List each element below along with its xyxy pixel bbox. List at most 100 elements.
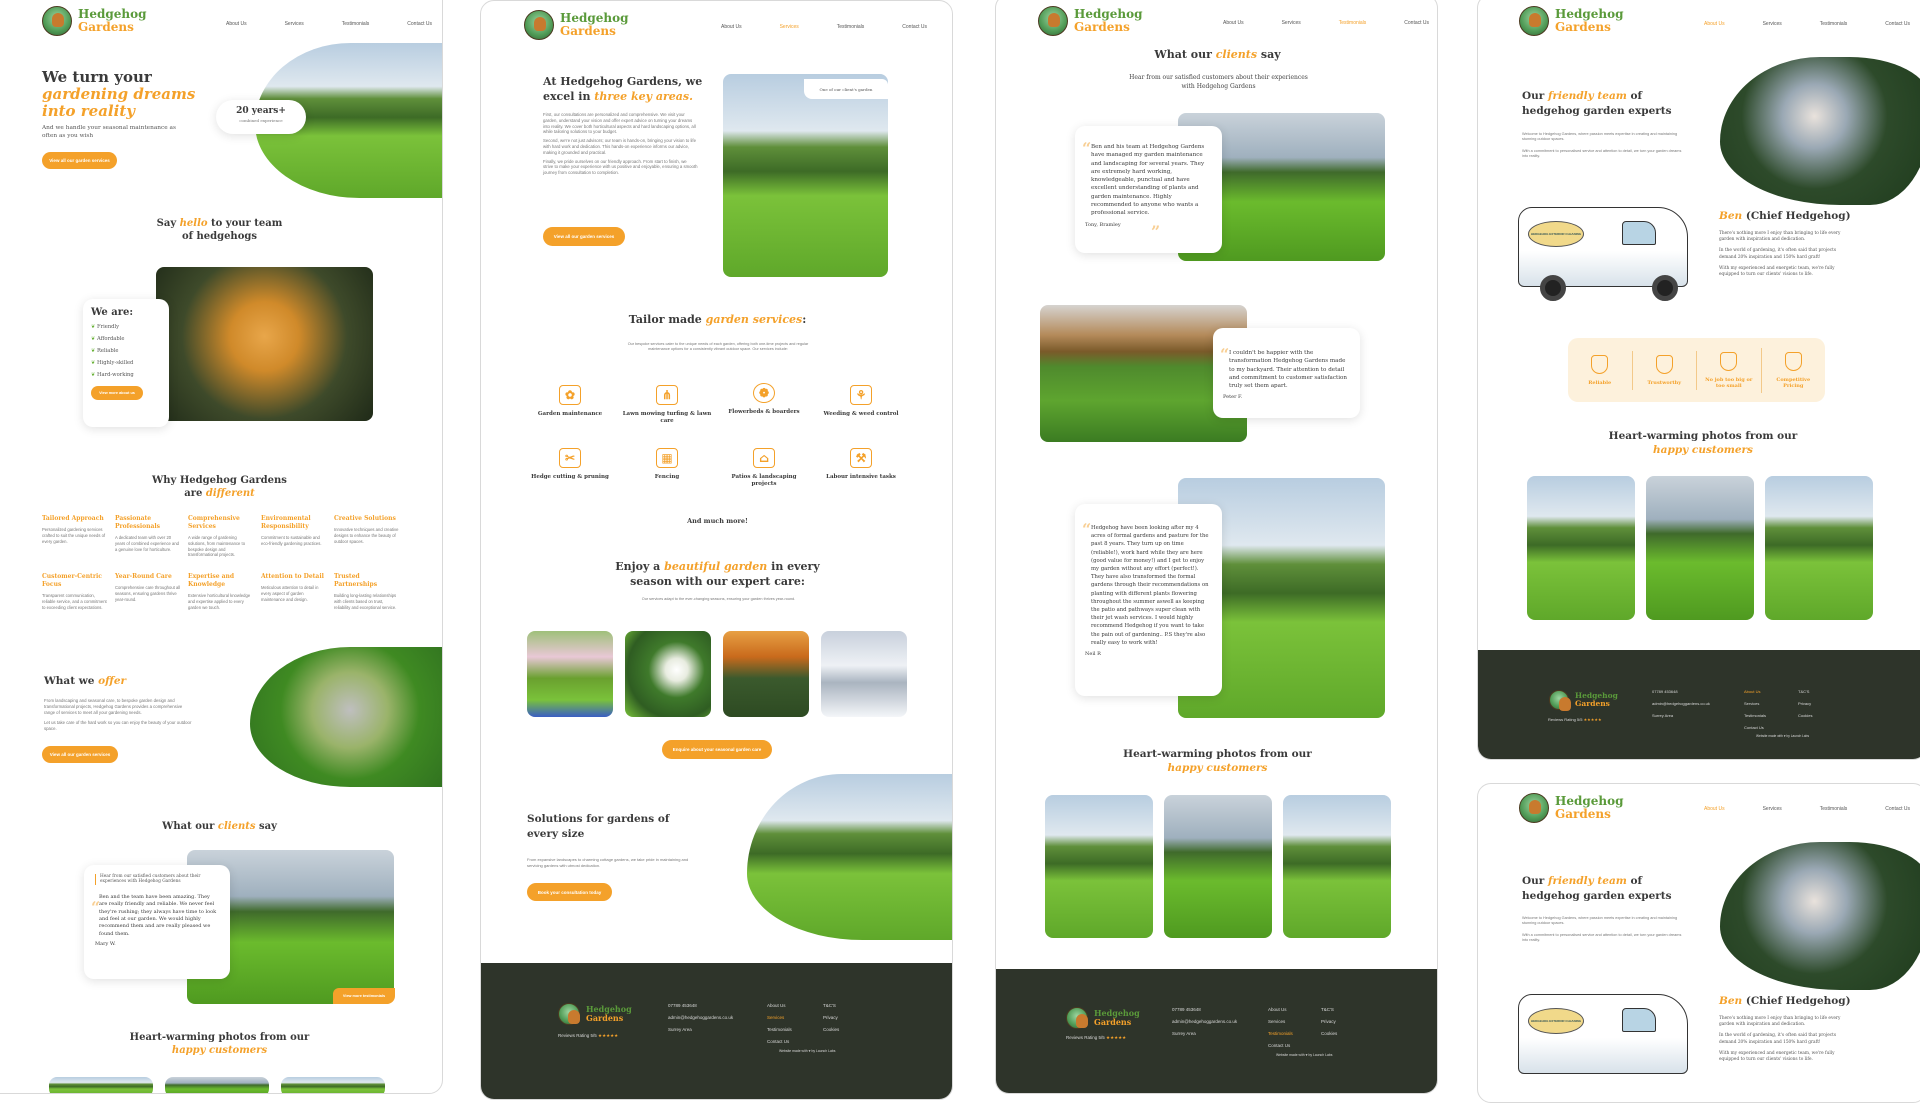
footer-email[interactable]: admin@hedgehoggardens.co.uk (1652, 701, 1710, 706)
footer: Hedgehog Gardens Reviews Rating 5/5 ★★★★★… (481, 963, 952, 1099)
footer-link-terms[interactable]: T&C'S (823, 1003, 839, 1008)
view-more-about-us-button[interactable]: View more about us (91, 386, 143, 400)
offer-title: What we offer (44, 675, 127, 687)
solutions-title: Solutions for gardens of every size (527, 813, 670, 840)
footer-email[interactable]: admin@hedgehoggardens.co.uk (1172, 1019, 1237, 1024)
nav-testimonials[interactable]: Testimonials (342, 21, 370, 27)
customer-photo (1283, 795, 1391, 938)
footer-phone[interactable]: 07789 453648 (668, 1003, 733, 1008)
logo[interactable]: Hedgehog Gardens (1519, 6, 1624, 36)
service-item[interactable]: ▦ Fencing (622, 448, 712, 481)
van-illustration: HEDGEHOG EXTERIOR CLEANING (1518, 207, 1698, 307)
footer-logo[interactable]: Hedgehog Gardens (1066, 1007, 1140, 1029)
footer-link-about[interactable]: About Us (767, 1003, 792, 1008)
footer-credit[interactable]: Website made with ♥ by Launch Labs (779, 1049, 835, 1053)
nav-about[interactable]: About Us (1223, 20, 1244, 26)
footer-link-privacy[interactable]: Privacy (1321, 1019, 1337, 1024)
footer-link-services[interactable]: Services (767, 1015, 792, 1020)
nav-about[interactable]: About Us (226, 21, 247, 27)
nav-about[interactable]: About Us (721, 24, 742, 30)
view-services-button[interactable]: View all our garden services (42, 152, 117, 169)
footer-link-contact[interactable]: Contact Us (1744, 725, 1766, 730)
customer-photo (281, 1077, 385, 1093)
logo[interactable]: Hedgehog Gardens (1519, 793, 1624, 823)
nav-services[interactable]: Services (285, 21, 304, 27)
nav-about[interactable]: About Us (1704, 806, 1725, 812)
footer-link-terms[interactable]: T&C'S (1798, 689, 1812, 694)
footer-credit[interactable]: Website made with ♥ by Launch Labs (1756, 734, 1809, 738)
footer-link-cookies[interactable]: Cookies (1798, 713, 1812, 718)
footer-link-testimonials[interactable]: Testimonials (1744, 713, 1766, 718)
leaf-icon: ❦ (91, 372, 96, 378)
photos-title: Heart-warming photos from our happy cust… (129, 1032, 310, 1056)
footer-link-services[interactable]: Services (1744, 701, 1766, 706)
logo[interactable]: Hedgehog Gardens (42, 6, 147, 36)
brand-name-line2: Gardens (78, 20, 134, 34)
nav-contact[interactable]: Contact Us (1885, 806, 1910, 812)
leaf-icon: ❦ (91, 336, 96, 342)
footer-link-about[interactable]: About Us (1268, 1007, 1293, 1012)
landscape-plan-icon: ⌂ (753, 448, 775, 468)
and-much-more: And much more! (687, 517, 748, 525)
service-item[interactable]: ⚒ Labour intensive tasks (816, 448, 906, 481)
home-page-panel: Hedgehog Gardens About Us Services Testim… (0, 0, 443, 1094)
footer-link-privacy[interactable]: Privacy (823, 1015, 839, 1020)
photos-title: Heart-warming photos from our happy cust… (1123, 748, 1312, 774)
hedgehog-mascot-icon (1549, 690, 1571, 711)
service-item[interactable]: ✿ Garden maintenance (525, 385, 615, 418)
view-services-button[interactable]: View all our garden services (543, 227, 625, 246)
service-item[interactable]: ❁ Flowerbeds & boarders (719, 383, 809, 416)
nav-services[interactable]: Services (780, 24, 799, 30)
footer-link-about[interactable]: About Us (1744, 689, 1766, 694)
footer-link-contact[interactable]: Contact Us (1268, 1043, 1293, 1048)
footer-phone[interactable]: 07789 453648 (1652, 689, 1710, 694)
service-item[interactable]: ⚘ Weeding & weed control (816, 385, 906, 418)
footer-link-testimonials[interactable]: Testimonials (1268, 1031, 1293, 1036)
service-item[interactable]: ✂ Hedge cutting & pruning (525, 448, 615, 481)
footer-link-cookies[interactable]: Cookies (823, 1027, 839, 1032)
nav-testimonials[interactable]: Testimonials (1820, 806, 1848, 812)
nav-testimonials[interactable]: Testimonials (837, 24, 865, 30)
footer-area: Surrey Area (1652, 713, 1674, 718)
nav-services[interactable]: Services (1282, 20, 1301, 26)
fence-icon: ▦ (656, 448, 678, 468)
star-rating-icon: ★★★★★ (598, 1033, 619, 1038)
footer-legal: T&C'S Privacy Cookies (823, 1003, 839, 1039)
photos-title: Heart-warming photos from our happy cust… (1608, 430, 1798, 456)
seasonal-care-button[interactable]: Enquire about your seasonal garden care (662, 740, 772, 759)
logo[interactable]: Hedgehog Gardens (1038, 6, 1143, 36)
footer-link-cookies[interactable]: Cookies (1321, 1031, 1337, 1036)
footer-phone[interactable]: 07789 453648 (1172, 1007, 1237, 1012)
nav-services[interactable]: Services (1763, 21, 1782, 27)
footer-link-terms[interactable]: T&C'S (1321, 1007, 1337, 1012)
nav-services[interactable]: Services (1763, 806, 1782, 812)
nav-contact[interactable]: Contact Us (1885, 21, 1910, 27)
service-item[interactable]: ⌂ Patios & landscaping projects (719, 448, 809, 488)
testimonials-title: What our clients say (1154, 48, 1281, 61)
hero-title: We turn your gardening dreams into reali… (42, 68, 196, 120)
footer-logo[interactable]: Hedgehog Gardens (558, 1003, 632, 1025)
cartoon-garden-image (250, 647, 442, 787)
nav-testimonials[interactable]: Testimonials (1339, 20, 1367, 26)
nav-contact[interactable]: Contact Us (407, 21, 432, 27)
view-more-testimonials-button[interactable]: View more testimonials (333, 988, 395, 1004)
book-consultation-button[interactable]: Book your consultation today (527, 883, 612, 901)
footer-link-testimonials[interactable]: Testimonials (767, 1027, 792, 1032)
customer-photo (1646, 476, 1754, 620)
footer-link-services[interactable]: Services (1268, 1019, 1293, 1024)
nav-contact[interactable]: Contact Us (1404, 20, 1429, 26)
footer-email[interactable]: admin@hedgehoggardens.co.uk (668, 1015, 733, 1020)
van-logo: HEDGEHOG EXTERIOR CLEANING (1528, 1008, 1584, 1034)
offer-services-button[interactable]: View all our garden services (42, 746, 118, 763)
footer-link-contact[interactable]: Contact Us (767, 1039, 792, 1044)
footer-link-privacy[interactable]: Privacy (1798, 701, 1812, 706)
footer-credit[interactable]: Website made with ♥ by Launch Labs (1276, 1053, 1332, 1057)
nav-about[interactable]: About Us (1704, 21, 1725, 27)
service-item[interactable]: ⋔ Lawn mowing turfing & lawn care (622, 385, 712, 425)
logo[interactable]: Hedgehog Gardens (524, 10, 629, 40)
nav-contact[interactable]: Contact Us (902, 24, 927, 30)
nav-testimonials[interactable]: Testimonials (1820, 21, 1848, 27)
footer-logo[interactable]: Hedgehog Gardens (1549, 690, 1618, 711)
clients-title: What our clients say (162, 821, 277, 832)
services-page-panel: Hedgehog Gardens About Us Services Testim… (480, 0, 953, 1100)
